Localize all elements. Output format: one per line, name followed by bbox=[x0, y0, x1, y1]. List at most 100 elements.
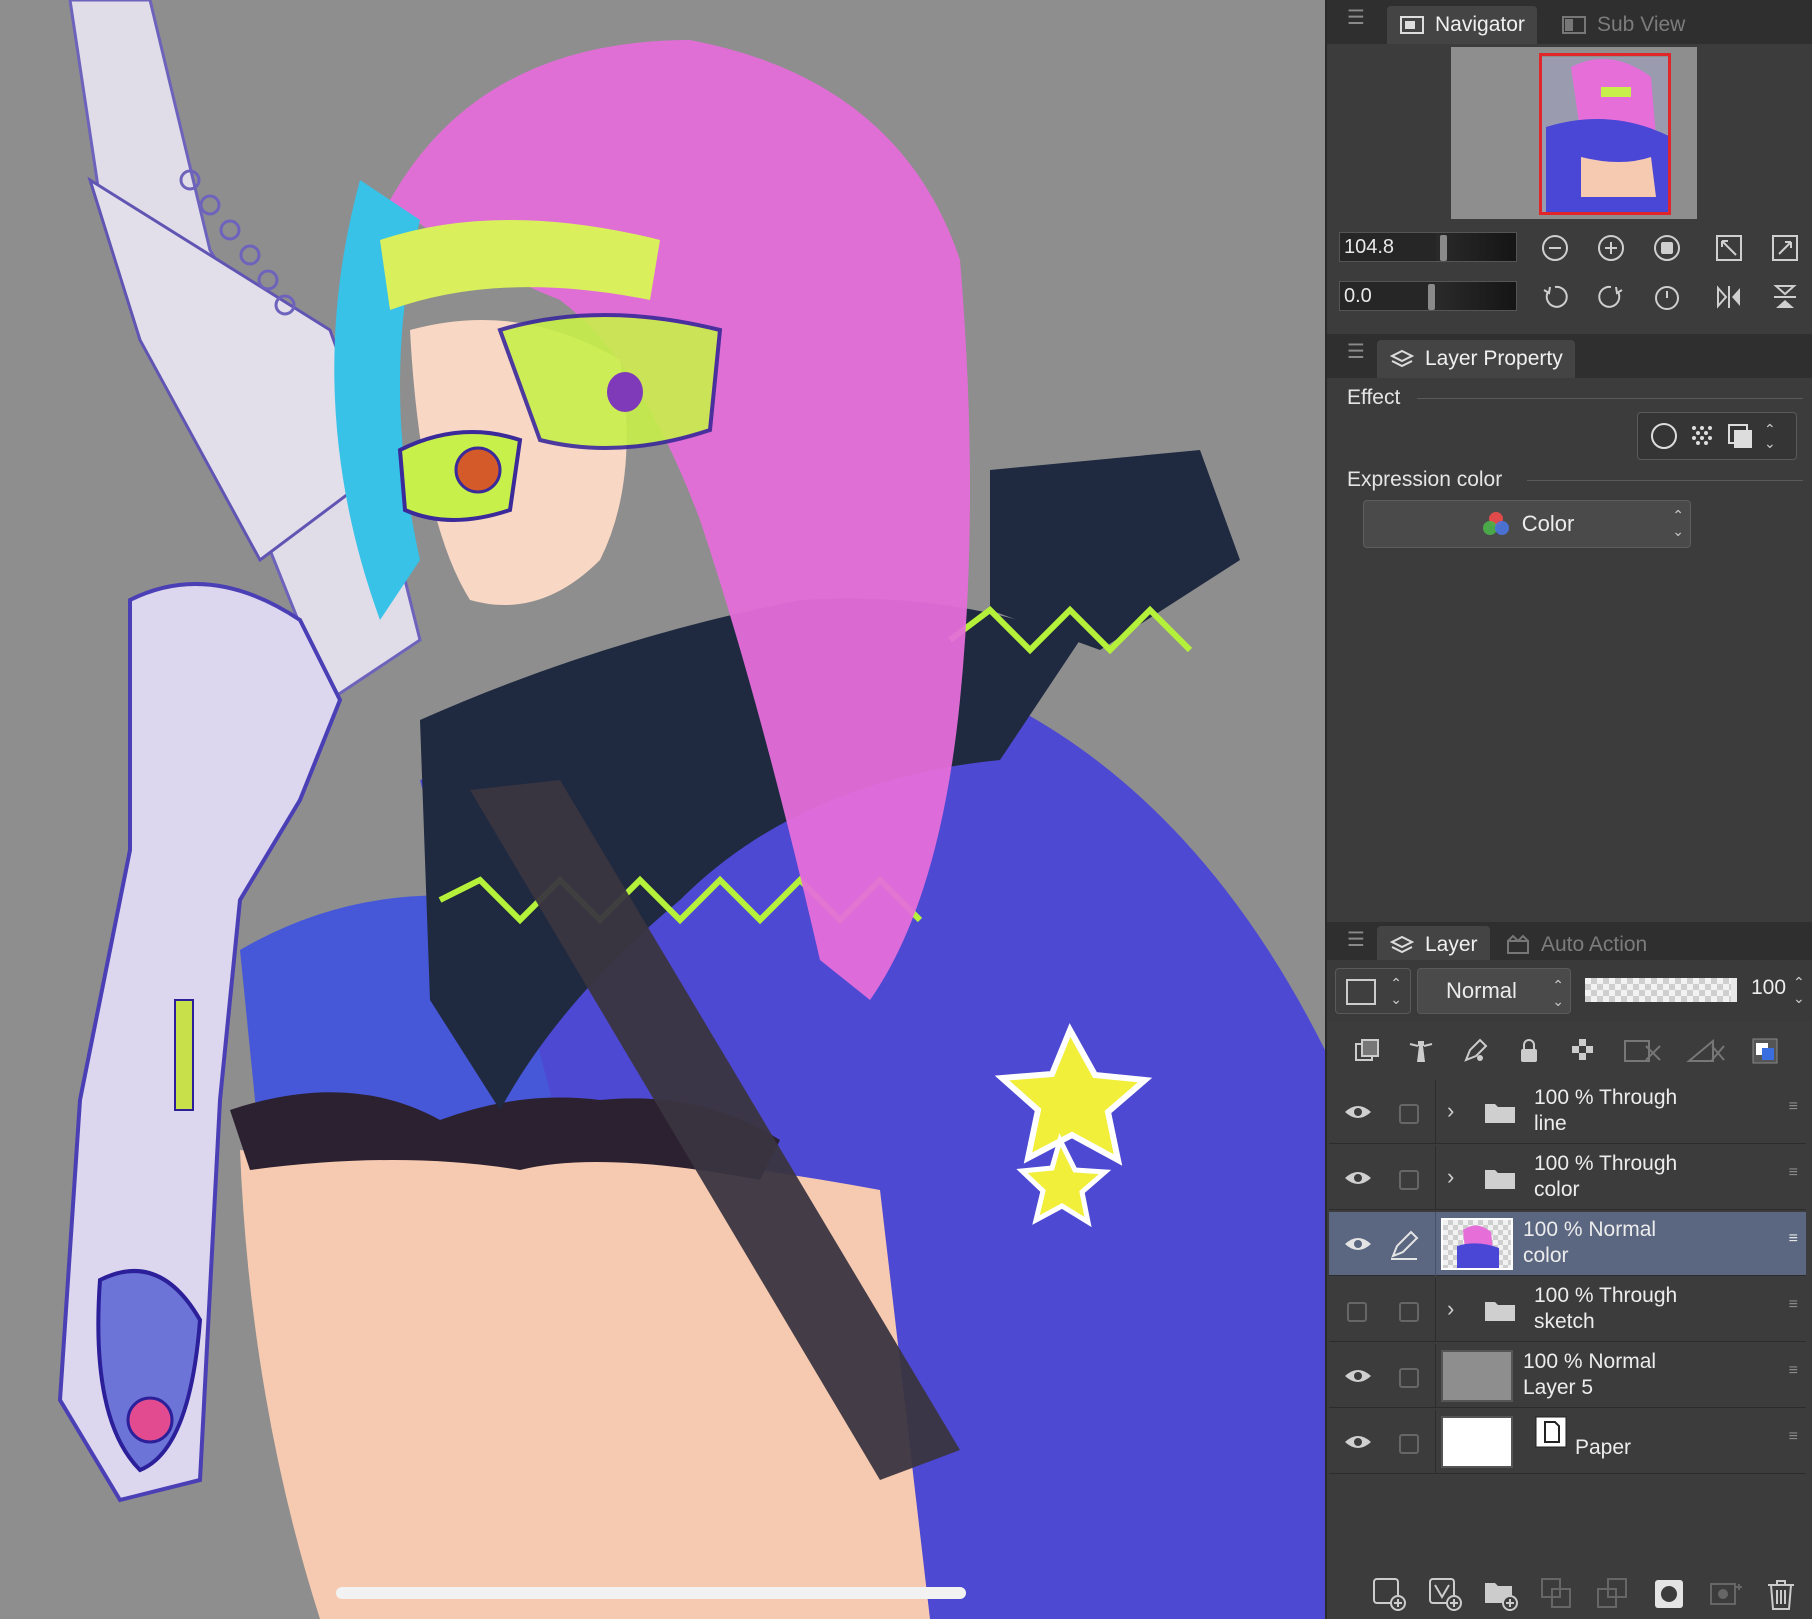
layer-select-checkbox[interactable] bbox=[1399, 1104, 1419, 1124]
create-mask-icon[interactable] bbox=[1650, 1575, 1688, 1613]
layer-select-checkbox[interactable] bbox=[1399, 1302, 1419, 1322]
visibility-eye-icon[interactable] bbox=[1343, 1164, 1373, 1192]
rotation-slider[interactable]: 0.0 bbox=[1339, 281, 1517, 311]
right-panel: ☰ Navigator Sub View 104.8 0.0 ☰ Layer P… bbox=[1325, 0, 1812, 1619]
layer-opacity-mode: 100 % Normal bbox=[1523, 1350, 1657, 1373]
expand-chevron-icon[interactable]: › bbox=[1447, 1164, 1454, 1190]
ruler-range-button[interactable] bbox=[1681, 1031, 1731, 1071]
fit-to-screen-button[interactable] bbox=[1767, 230, 1803, 266]
layer-drag-handle-icon[interactable]: ≡ bbox=[1789, 1231, 1798, 1247]
clip-to-lower-button[interactable] bbox=[1347, 1031, 1387, 1071]
expand-chevron-icon[interactable]: › bbox=[1447, 1098, 1454, 1124]
opacity-stepper-icon[interactable]: ⌃ ⌄ bbox=[1793, 974, 1805, 1006]
flip-vertical-button[interactable] bbox=[1767, 279, 1803, 315]
layer-row[interactable]: › 100 % Through line ≡ bbox=[1329, 1080, 1806, 1144]
expand-chevron-icon[interactable]: › bbox=[1447, 1296, 1454, 1322]
expression-color-select[interactable]: Color ⌃ ⌄ bbox=[1363, 500, 1691, 548]
rotation-row: 0.0 bbox=[1339, 278, 1517, 314]
new-folder-icon[interactable] bbox=[1482, 1575, 1520, 1613]
border-effect-icon[interactable] bbox=[1650, 422, 1678, 450]
ruler-icon bbox=[1686, 1038, 1725, 1062]
rotate-left-button[interactable] bbox=[1537, 279, 1573, 315]
clip-icon bbox=[1355, 1039, 1379, 1061]
visibility-eye-icon[interactable] bbox=[1343, 1230, 1373, 1258]
tab-layer[interactable]: Layer bbox=[1377, 926, 1490, 964]
layer-select-checkbox[interactable] bbox=[1399, 1368, 1419, 1388]
layer-color-button[interactable] bbox=[1745, 1031, 1785, 1071]
layer-row[interactable]: › 100 % Through color ≡ bbox=[1329, 1146, 1806, 1210]
layer-row[interactable]: › 100 % Through sketch ≡ bbox=[1329, 1278, 1806, 1342]
enable-mask-button[interactable] bbox=[1617, 1031, 1667, 1071]
navigator-view-frame[interactable] bbox=[1539, 53, 1671, 215]
tab-navigator[interactable]: Navigator bbox=[1387, 6, 1537, 44]
rotate-right-icon bbox=[1598, 285, 1623, 308]
visibility-eye-icon[interactable] bbox=[1343, 1428, 1373, 1456]
layer-thumbnail bbox=[1441, 1350, 1513, 1402]
tab-layer-property[interactable]: Layer Property bbox=[1377, 340, 1575, 378]
layer-row-selected[interactable]: 100 % Normal color ≡ bbox=[1329, 1212, 1806, 1276]
apply-mask-icon[interactable] bbox=[1706, 1575, 1744, 1613]
actual-size-icon bbox=[1654, 235, 1680, 261]
layer-tools-row bbox=[1327, 1022, 1812, 1080]
hamburger-menu-icon[interactable]: ☰ bbox=[1347, 8, 1365, 28]
visibility-eye-icon[interactable] bbox=[1343, 1362, 1373, 1390]
tone-effect-icon[interactable] bbox=[1688, 422, 1716, 450]
opacity-value[interactable]: 100 bbox=[1751, 976, 1786, 1000]
layer-row[interactable]: 100 % Normal Layer 5 ≡ bbox=[1329, 1344, 1806, 1408]
layer-row[interactable]: Paper ≡ bbox=[1329, 1410, 1806, 1474]
rotate-right-button[interactable] bbox=[1593, 279, 1629, 315]
layer-color-toggle[interactable]: ⌃ ⌄ bbox=[1335, 968, 1411, 1014]
layer-drag-handle-icon[interactable]: ≡ bbox=[1789, 1363, 1798, 1379]
tab-auto-action[interactable]: Auto Action bbox=[1493, 926, 1659, 964]
navigator-preview[interactable] bbox=[1451, 47, 1697, 219]
layer-name: color bbox=[1534, 1178, 1580, 1201]
effect-more-icon[interactable]: ⌃ ⌄ bbox=[1764, 422, 1776, 450]
tab-auto-action-label: Auto Action bbox=[1541, 933, 1648, 956]
flip-horizontal-icon bbox=[1717, 285, 1740, 309]
visibility-eye-icon[interactable] bbox=[1343, 1098, 1373, 1126]
layer-drag-handle-icon[interactable]: ≡ bbox=[1789, 1165, 1798, 1181]
home-indicator[interactable] bbox=[336, 1587, 966, 1599]
select-arrows-icon: ⌃ ⌄ bbox=[1672, 507, 1684, 539]
lighthouse-icon bbox=[1409, 1041, 1433, 1062]
transfer-to-lower-icon[interactable] bbox=[1538, 1575, 1576, 1613]
artwork-illustration bbox=[57, 0, 1325, 1619]
layer-select-checkbox[interactable] bbox=[1399, 1434, 1419, 1454]
zoom-row: 104.8 bbox=[1339, 229, 1517, 265]
lock-transparent-button[interactable] bbox=[1563, 1031, 1603, 1071]
draft-layer-button[interactable] bbox=[1455, 1031, 1495, 1071]
hamburger-menu-icon[interactable]: ☰ bbox=[1347, 930, 1365, 950]
new-raster-layer-icon[interactable] bbox=[1370, 1575, 1408, 1613]
layer-drag-handle-icon[interactable]: ≡ bbox=[1789, 1297, 1798, 1313]
layer-name: sketch bbox=[1534, 1310, 1595, 1333]
drawing-canvas[interactable] bbox=[0, 0, 1325, 1619]
flip-horizontal-button[interactable] bbox=[1711, 279, 1747, 315]
fit-to-navigator-button[interactable] bbox=[1711, 230, 1747, 266]
opacity-slider[interactable] bbox=[1585, 978, 1737, 1002]
expand-icon bbox=[1772, 235, 1798, 261]
layer-color-effect-icon[interactable] bbox=[1726, 422, 1754, 450]
reset-rotation-button[interactable] bbox=[1649, 279, 1685, 315]
new-vector-layer-icon[interactable] bbox=[1426, 1575, 1464, 1613]
flip-vertical-icon bbox=[1773, 285, 1797, 308]
layer-property-icon bbox=[1389, 349, 1415, 368]
effect-selector[interactable]: ⌃ ⌄ bbox=[1637, 412, 1797, 460]
zoom-slider[interactable]: 104.8 bbox=[1339, 232, 1517, 262]
layer-drag-handle-icon[interactable]: ≡ bbox=[1789, 1429, 1798, 1445]
blend-mode-select[interactable]: Normal ⌃ ⌄ bbox=[1417, 968, 1571, 1014]
layer-name: Paper bbox=[1575, 1436, 1632, 1459]
delete-layer-icon[interactable] bbox=[1762, 1575, 1800, 1613]
layer-select-checkbox[interactable] bbox=[1399, 1170, 1419, 1190]
zoom-in-button[interactable] bbox=[1593, 230, 1629, 266]
zoom-out-button[interactable] bbox=[1537, 230, 1573, 266]
layer-drag-handle-icon[interactable]: ≡ bbox=[1789, 1099, 1798, 1115]
zoom-out-icon bbox=[1542, 235, 1568, 261]
visibility-hidden-checkbox[interactable] bbox=[1347, 1302, 1367, 1322]
lock-layer-button[interactable] bbox=[1509, 1031, 1549, 1071]
tab-sub-view[interactable]: Sub View bbox=[1549, 6, 1697, 44]
hamburger-menu-icon[interactable]: ☰ bbox=[1347, 342, 1365, 362]
merge-down-icon[interactable] bbox=[1594, 1575, 1632, 1613]
zoom-reset-button[interactable] bbox=[1649, 230, 1685, 266]
reference-layer-button[interactable] bbox=[1401, 1031, 1441, 1071]
tab-navigator-label: Navigator bbox=[1435, 13, 1525, 36]
